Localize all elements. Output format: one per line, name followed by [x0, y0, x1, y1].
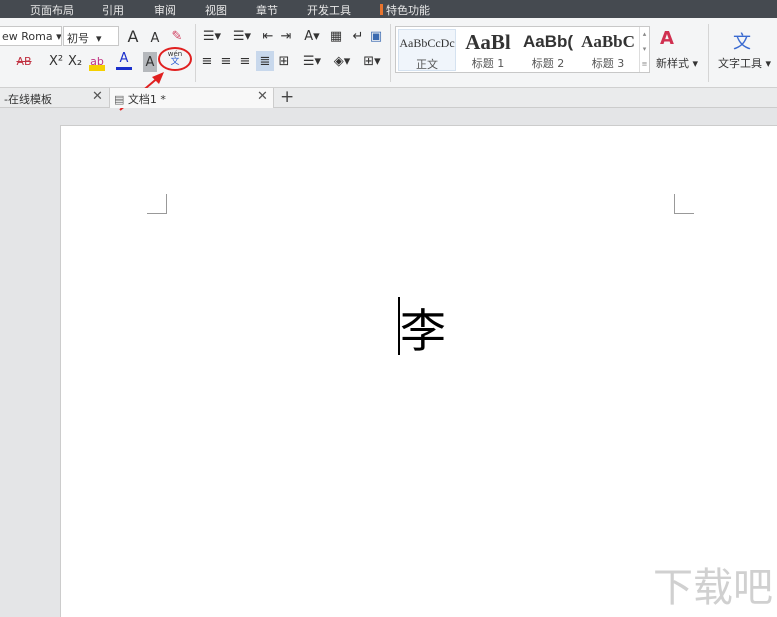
- document-page[interactable]: [60, 125, 777, 617]
- menu-special[interactable]: 特色功能: [386, 2, 430, 18]
- style-sample: AaBl: [465, 30, 511, 54]
- font-size-value: 初号: [67, 32, 89, 45]
- menu-chapter[interactable]: 章节: [256, 2, 278, 18]
- distribute-icon[interactable]: ⊞: [276, 51, 292, 71]
- shrink-font-button[interactable]: A: [148, 28, 162, 48]
- paragraph-mark-icon[interactable]: ↵: [350, 26, 366, 46]
- menu-view[interactable]: 视图: [205, 2, 227, 18]
- style-gallery-scroll[interactable]: ▴ ▾ ≡: [639, 27, 649, 72]
- style-label: 正文: [416, 58, 438, 71]
- align-left-icon[interactable]: ≡: [200, 51, 214, 71]
- align-center-icon[interactable]: ≡: [219, 51, 233, 71]
- new-style-button[interactable]: 新样式 ▾: [656, 55, 698, 71]
- style-label: 标题 2: [531, 57, 565, 70]
- justify-icon[interactable]: ≣: [256, 51, 274, 71]
- font-name-select[interactable]: ew Roma ▾: [0, 26, 62, 46]
- watermark-logo: 下载吧: [653, 565, 773, 611]
- decrease-indent-icon[interactable]: ⇤: [260, 26, 276, 46]
- borders-icon[interactable]: ⊞▾: [360, 51, 384, 71]
- line-spacing-icon[interactable]: ☰▾: [300, 51, 324, 71]
- new-tab-button[interactable]: +: [280, 87, 294, 107]
- shading-icon[interactable]: ◈▾: [330, 51, 354, 71]
- style-label: 标题 3: [591, 57, 625, 70]
- highlight-button[interactable]: ab: [89, 51, 105, 71]
- font-name-value: ew Roma: [2, 30, 53, 43]
- increase-indent-icon[interactable]: ⇥: [278, 26, 294, 46]
- menu-developer[interactable]: 开发工具: [307, 2, 351, 18]
- text-direction-icon[interactable]: A▾: [300, 26, 324, 46]
- bullet-list-icon[interactable]: ☰▾: [200, 26, 224, 46]
- tab-document1[interactable]: ▤ 文档1 * ✕: [110, 88, 274, 108]
- close-icon[interactable]: ✕: [257, 89, 268, 104]
- subscript-button[interactable]: X₂: [67, 51, 83, 71]
- tab-online-templates[interactable]: -在线模板 ✕: [0, 88, 110, 108]
- style-heading-1[interactable]: AaBl 标题 1: [459, 29, 517, 71]
- strikethrough-button[interactable]: AB: [8, 51, 40, 71]
- style-gallery: AaBbCcDc 正文 AaBl 标题 1 AaBb(标题 2 AaBbC 标题 3 …: [395, 26, 650, 73]
- style-sample: AaBbCcDc: [399, 36, 455, 50]
- tab-label: 文档1 *: [127, 93, 166, 106]
- style-heading-3[interactable]: AaBbC 标题 3: [579, 29, 637, 71]
- font-size-select[interactable]: 初号 ▾: [63, 26, 119, 46]
- show-hide-icon[interactable]: ▣: [368, 26, 384, 46]
- close-icon[interactable]: ✕: [92, 89, 103, 104]
- table-icon[interactable]: ▦: [328, 26, 344, 46]
- menu-page-layout[interactable]: 页面布局: [30, 2, 74, 18]
- phonetic-bottom: 文: [170, 57, 180, 67]
- style-sample: AaBbC: [581, 32, 635, 51]
- align-right-icon[interactable]: ≡: [238, 51, 252, 71]
- document-icon: ▤: [114, 93, 125, 106]
- new-style-icon: A: [660, 28, 674, 49]
- menu-review[interactable]: 审阅: [154, 2, 176, 18]
- menu-bar: 页面布局 引用 审阅 视图 章节 开发工具 特色功能: [0, 0, 777, 18]
- margin-corner-top-right: [674, 194, 694, 214]
- accent-mark: [380, 4, 383, 15]
- margin-corner-top-left: [147, 194, 167, 214]
- text-tools-button[interactable]: 文字工具 ▾: [718, 55, 771, 71]
- style-heading-2[interactable]: AaBb( 标题 2: [519, 29, 577, 71]
- document-text[interactable]: 李: [400, 295, 446, 361]
- font-color-button[interactable]: A: [116, 50, 132, 70]
- numbered-list-icon[interactable]: ☰▾: [230, 26, 254, 46]
- superscript-button[interactable]: X²: [48, 51, 64, 71]
- document-tab-bar: -在线模板 ✕ ▤ 文档1 * ✕ +: [0, 87, 777, 108]
- style-label: 标题 1: [471, 57, 505, 70]
- text-tools-icon: 文: [733, 32, 751, 53]
- new-style-label: 新样式: [656, 57, 689, 70]
- menu-references[interactable]: 引用: [102, 2, 124, 18]
- clear-format-icon[interactable]: ✎: [168, 26, 186, 46]
- style-sample: AaBb(: [522, 32, 574, 51]
- text-tools-label: 文字工具: [718, 57, 762, 70]
- tab-label: -在线模板: [4, 93, 52, 106]
- grow-font-button[interactable]: A: [124, 26, 142, 46]
- style-normal[interactable]: AaBbCcDc 正文: [398, 29, 456, 71]
